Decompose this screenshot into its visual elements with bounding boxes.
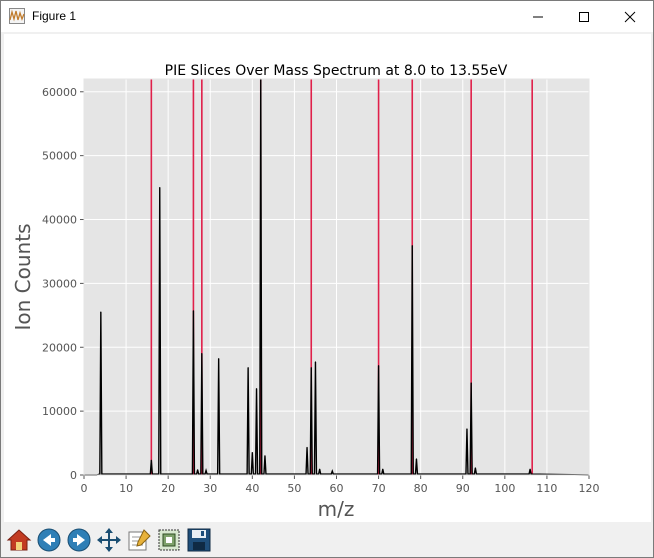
x-axis-label: m/z xyxy=(318,497,355,521)
spectrum-peak xyxy=(474,467,476,469)
spectrum-peak xyxy=(201,353,203,355)
spectrum-peak xyxy=(218,358,220,360)
spectrum-peak xyxy=(319,468,321,470)
y-axis-label: Ion Counts xyxy=(11,224,35,331)
maximize-icon xyxy=(579,11,589,22)
title-bar[interactable]: Figure 1 xyxy=(1,1,653,32)
pan-icon xyxy=(97,528,121,552)
x-tick-label: 30 xyxy=(203,482,217,495)
minimize-icon xyxy=(533,16,543,17)
x-tick-label: 120 xyxy=(579,482,600,495)
spectrum-peak xyxy=(192,310,195,312)
spectrum-peak xyxy=(466,428,468,430)
zoom-icon xyxy=(158,529,180,551)
spectrum-peak xyxy=(264,455,266,457)
close-icon xyxy=(624,11,636,22)
spectrum-peak xyxy=(314,361,317,363)
figure-window: Figure 1 PIE Slices Over Mass Spectrum a… xyxy=(0,0,654,558)
maximize-button[interactable] xyxy=(561,1,607,32)
y-tick-label: 20000 xyxy=(42,341,77,354)
x-tick-label: 20 xyxy=(161,482,175,495)
zoom-to-rect-button[interactable] xyxy=(155,526,183,554)
spectrum-peak xyxy=(331,470,333,472)
navigation-toolbar xyxy=(1,524,653,557)
spectrum-peak xyxy=(159,186,161,189)
home-icon xyxy=(6,529,32,551)
forward-icon xyxy=(67,528,91,552)
y-tick-label: 10000 xyxy=(42,405,77,418)
pan-button[interactable] xyxy=(95,526,123,554)
spectrum-chart: PIE Slices Over Mass Spectrum at 8.0 to … xyxy=(11,63,600,521)
spectrum-peak xyxy=(100,311,102,313)
x-tick-label: 0 xyxy=(81,482,88,495)
spectrum-peak xyxy=(251,452,253,454)
x-tick-label: 10 xyxy=(119,482,133,495)
x-tick-label: 70 xyxy=(372,482,386,495)
spectrum-peak xyxy=(411,245,413,247)
configure-subplots-button[interactable] xyxy=(125,526,153,554)
x-tick-label: 100 xyxy=(494,482,515,495)
save-figure-button[interactable] xyxy=(185,526,213,554)
configure-subplots-icon xyxy=(128,529,151,551)
spectrum-peak xyxy=(310,367,312,369)
x-tick-label: 50 xyxy=(287,482,301,495)
spectrum-peak xyxy=(150,459,152,461)
home-button[interactable] xyxy=(5,526,33,554)
close-button[interactable] xyxy=(607,1,653,32)
spectrum-peak xyxy=(205,469,207,472)
spectrum-peak xyxy=(377,365,380,367)
spectrum-peak xyxy=(382,468,384,470)
x-tick-label: 40 xyxy=(245,482,259,495)
spectrum-peak xyxy=(529,468,531,470)
back-icon xyxy=(37,528,61,552)
x-tick-label: 80 xyxy=(414,482,428,495)
window-title: Figure 1 xyxy=(32,9,77,23)
spectrum-peak xyxy=(247,367,249,369)
chart-title: PIE Slices Over Mass Spectrum at 8.0 to … xyxy=(165,63,508,79)
x-tick-label: 90 xyxy=(456,482,470,495)
y-tick-label: 0 xyxy=(70,469,77,482)
y-tick-label: 40000 xyxy=(42,214,77,227)
spectrum-peak xyxy=(470,382,472,384)
x-tick-label: 110 xyxy=(536,482,557,495)
figure-canvas[interactable]: PIE Slices Over Mass Spectrum at 8.0 to … xyxy=(4,34,651,522)
save-icon xyxy=(187,528,211,552)
y-tick-label: 50000 xyxy=(42,150,77,163)
matplotlib-app-icon xyxy=(9,8,25,24)
y-tick-label: 30000 xyxy=(42,277,77,290)
spectrum-peak xyxy=(306,446,308,449)
x-tick-label: 60 xyxy=(330,482,344,495)
spectrum-peak xyxy=(255,388,258,390)
y-tick-label: 60000 xyxy=(42,86,77,99)
spectrum-peak xyxy=(415,458,418,460)
forward-button[interactable] xyxy=(65,526,93,554)
back-button[interactable] xyxy=(35,526,63,554)
spectrum-peak xyxy=(197,469,199,471)
minimize-button[interactable] xyxy=(515,1,561,32)
